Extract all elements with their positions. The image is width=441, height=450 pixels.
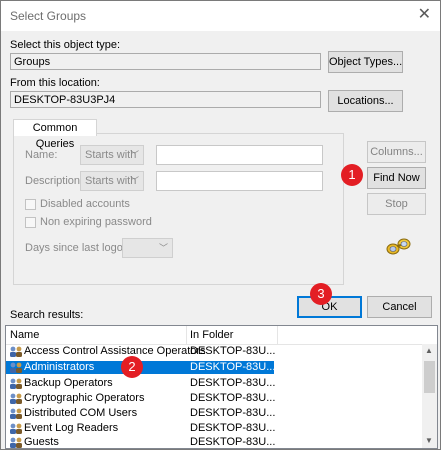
scroll-down-icon[interactable]: ▼ (425, 436, 433, 445)
close-icon[interactable]: ✕ (418, 6, 431, 24)
result-folder: DESKTOP-83U... (190, 407, 276, 419)
result-folder: DESKTOP-83U... (190, 392, 276, 404)
description-mode-value: Starts with (85, 175, 137, 187)
result-folder: DESKTOP-83U... (190, 377, 276, 389)
result-folder: DESKTOP-83U... (190, 345, 276, 357)
chevron-down-icon: ﹀ (129, 176, 139, 186)
disabled-accounts-label: Disabled accounts (40, 198, 130, 210)
column-header-in-folder[interactable]: In Folder (190, 329, 233, 341)
group-icon (10, 362, 22, 373)
callout-badge: 2 (121, 356, 143, 378)
column-divider[interactable] (186, 326, 187, 344)
tab-common-queries[interactable]: Common Queries (13, 119, 97, 150)
group-icon (10, 393, 22, 404)
list-item[interactable]: Distributed COM Users DESKTOP-83U... (6, 407, 424, 420)
column-header-name[interactable]: Name (10, 329, 39, 341)
select-groups-dialog: Select Groups ✕ Select this object type:… (0, 0, 441, 450)
result-folder: DESKTOP-83U... (190, 422, 276, 434)
search-binoculars-icon (386, 238, 411, 255)
results-scrollbar[interactable]: ▲ ▼ (422, 344, 437, 448)
location-label: From this location: (10, 77, 100, 89)
result-name: Event Log Readers (24, 422, 119, 434)
result-name: Distributed COM Users (24, 407, 138, 419)
chevron-down-icon: ﹀ (158, 243, 168, 253)
list-item[interactable]: Cryptographic Operators DESKTOP-83U... (6, 392, 424, 405)
object-type-label: Select this object type: (10, 39, 121, 51)
search-results-label: Search results: (10, 309, 84, 321)
result-name: Backup Operators (24, 377, 113, 389)
locations-button[interactable]: Locations... (328, 90, 403, 112)
description-input[interactable] (156, 171, 323, 191)
group-icon (10, 437, 22, 448)
location-field: DESKTOP-83U3PJ4 (10, 91, 321, 108)
disabled-accounts-checkbox[interactable] (25, 199, 36, 210)
result-name: Access Control Assistance Operators (24, 345, 206, 357)
columns-button[interactable]: Columns... (367, 141, 426, 163)
group-icon (10, 408, 22, 419)
window-title: Select Groups (10, 9, 87, 23)
list-item[interactable]: Guests DESKTOP-83U... (6, 436, 424, 448)
search-results-list[interactable]: Name In Folder Access Control Assistance… (5, 325, 438, 449)
scrollbar-thumb[interactable] (424, 361, 435, 393)
group-icon (10, 423, 22, 434)
name-mode-value: Starts with (85, 149, 137, 161)
result-name: Administrators (24, 361, 95, 373)
non-expiring-password-checkbox[interactable] (25, 217, 36, 228)
stop-button[interactable]: Stop (367, 193, 426, 215)
non-expiring-password-label: Non expiring password (40, 216, 152, 228)
callout-badge: 3 (310, 283, 332, 305)
find-now-button[interactable]: Find Now (367, 167, 426, 189)
result-name: Cryptographic Operators (24, 392, 145, 404)
name-input[interactable] (156, 145, 323, 165)
scroll-up-icon[interactable]: ▲ (425, 346, 433, 355)
result-name: Guests (24, 436, 59, 448)
column-divider[interactable] (277, 326, 278, 344)
callout-badge: 1 (341, 164, 363, 186)
days-since-logon-label: Days since last logon: (25, 242, 132, 254)
description-label: Description: (25, 175, 84, 187)
object-types-button[interactable]: Object Types... (328, 51, 403, 73)
list-item[interactable]: Event Log Readers DESKTOP-83U... (6, 422, 424, 435)
list-item[interactable]: Backup Operators DESKTOP-83U... (6, 377, 424, 390)
days-since-logon-select[interactable]: ﹀ (122, 238, 173, 258)
description-mode-select[interactable]: Starts with ﹀ (80, 171, 144, 191)
name-label: Name: (25, 149, 58, 161)
name-mode-select[interactable]: Starts with ﹀ (80, 145, 144, 165)
group-icon (10, 378, 22, 389)
title-bar: Select Groups ✕ (1, 1, 440, 31)
result-folder: DESKTOP-83U... (190, 361, 276, 373)
results-header: Name In Folder (6, 326, 437, 345)
chevron-down-icon: ﹀ (129, 150, 139, 160)
list-item[interactable]: Access Control Assistance Operators DESK… (6, 345, 424, 358)
object-type-field: Groups (10, 53, 321, 70)
group-icon (10, 346, 22, 357)
result-folder: DESKTOP-83U... (190, 436, 276, 448)
cancel-button[interactable]: Cancel (367, 296, 432, 318)
